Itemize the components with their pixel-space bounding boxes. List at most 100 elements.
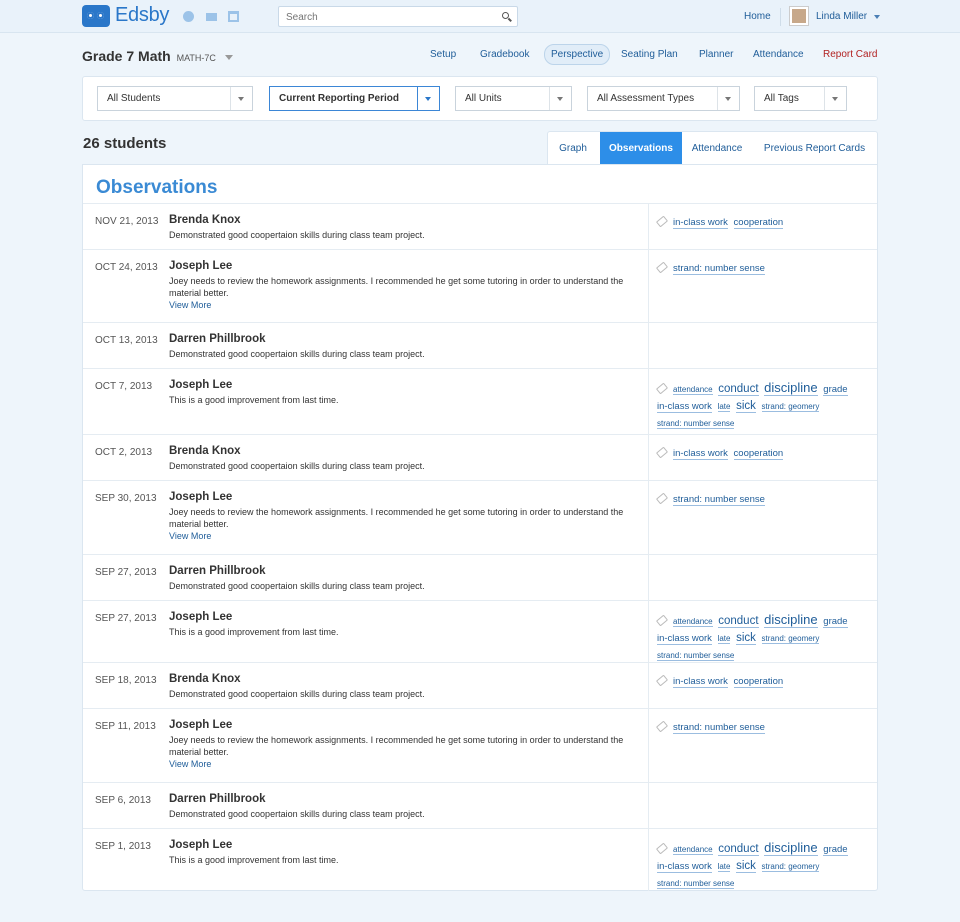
tag-conduct[interactable]: conduct bbox=[718, 615, 759, 628]
student-name[interactable]: Darren Phillbrook bbox=[169, 333, 266, 345]
page-title[interactable]: Grade 7 Math MATH-7C bbox=[82, 48, 233, 64]
tab-attendance[interactable]: Attendance bbox=[682, 132, 752, 166]
tag-strand-number-sense[interactable]: strand: number sense bbox=[673, 494, 765, 506]
student-name[interactable]: Joseph Lee bbox=[169, 491, 232, 503]
tag-in-class-work[interactable]: in-class work bbox=[657, 633, 712, 645]
nav-seating-plan[interactable]: Seating Plan bbox=[621, 44, 678, 65]
tag-strand-number-sense[interactable]: strand: number sense bbox=[673, 722, 765, 734]
tab-observations[interactable]: Observations bbox=[600, 132, 682, 166]
mail-icon[interactable] bbox=[206, 13, 217, 21]
student-name[interactable]: Joseph Lee bbox=[169, 719, 232, 731]
student-name[interactable]: Darren Phillbrook bbox=[169, 793, 266, 805]
filter-select[interactable]: All Assessment Types bbox=[587, 86, 740, 111]
view-more-link[interactable]: View More bbox=[169, 758, 629, 770]
avatar[interactable] bbox=[790, 7, 808, 25]
chevron-down-icon[interactable] bbox=[230, 87, 252, 110]
tab-previous-report-cards[interactable]: Previous Report Cards bbox=[752, 132, 877, 166]
chevron-down-icon[interactable] bbox=[224, 54, 233, 60]
chevron-down-icon[interactable] bbox=[874, 15, 880, 19]
filter-value: All Tags bbox=[764, 93, 799, 104]
tag-sick[interactable]: sick bbox=[736, 400, 756, 413]
tag-grade[interactable]: grade bbox=[823, 616, 848, 628]
filter-select[interactable]: Current Reporting Period bbox=[269, 86, 440, 111]
tag-strand-geomery[interactable]: strand: geomery bbox=[761, 402, 820, 412]
nav-perspective[interactable]: Perspective bbox=[544, 44, 611, 65]
tag-attendance[interactable]: attendance bbox=[673, 617, 713, 627]
observation-body: Joey needs to review the homework assign… bbox=[169, 507, 624, 529]
tag-in-class-work[interactable]: in-class work bbox=[657, 401, 712, 413]
filter-value: All Assessment Types bbox=[597, 93, 695, 104]
view-more-link[interactable]: View More bbox=[169, 530, 629, 542]
student-name[interactable]: Brenda Knox bbox=[169, 445, 241, 457]
nav-planner[interactable]: Planner bbox=[699, 44, 733, 65]
user-menu[interactable]: Linda Miller bbox=[816, 11, 867, 22]
tag-strand-number-sense[interactable]: strand: number sense bbox=[673, 263, 765, 275]
calendar-icon[interactable] bbox=[228, 11, 239, 22]
tag-in-class-work[interactable]: in-class work bbox=[673, 676, 728, 688]
tag-late[interactable]: late bbox=[717, 634, 731, 644]
tag-discipline[interactable]: discipline bbox=[764, 612, 818, 628]
tag-sick[interactable]: sick bbox=[736, 632, 756, 645]
filter-select[interactable]: All Units bbox=[455, 86, 572, 111]
list-item: SEP 1, 2013 Joseph Lee This is a good impr… bbox=[83, 829, 877, 891]
chevron-down-icon[interactable] bbox=[549, 87, 571, 110]
tag-discipline[interactable]: discipline bbox=[764, 380, 818, 396]
tag-in-class-work[interactable]: in-class work bbox=[673, 217, 728, 229]
observation-text: This is a good improvement from last tim… bbox=[169, 626, 629, 638]
tag-list: attendance conduct discipline grade in-c… bbox=[655, 611, 872, 664]
student-name[interactable]: Joseph Lee bbox=[169, 611, 232, 623]
nav-gradebook[interactable]: Gradebook bbox=[480, 44, 529, 65]
tag-cooperation[interactable]: cooperation bbox=[733, 676, 784, 688]
tag-cooperation[interactable]: cooperation bbox=[733, 217, 784, 229]
tag-in-class-work[interactable]: in-class work bbox=[673, 448, 728, 460]
nav-setup[interactable]: Setup bbox=[430, 44, 456, 65]
student-name[interactable]: Darren Phillbrook bbox=[169, 565, 266, 577]
tag-discipline[interactable]: discipline bbox=[764, 840, 818, 856]
observation-body: Demonstrated good coopertaion skills dur… bbox=[169, 689, 425, 699]
chevron-down-icon[interactable] bbox=[417, 87, 439, 110]
tag-strand-number-sense[interactable]: strand: number sense bbox=[657, 651, 735, 661]
student-name[interactable]: Joseph Lee bbox=[169, 839, 232, 851]
tag-sick[interactable]: sick bbox=[736, 860, 756, 873]
search-input[interactable] bbox=[279, 8, 489, 27]
list-item: SEP 6, 2013 Darren Phillbrook Demonstrated… bbox=[83, 783, 877, 829]
search-icon[interactable] bbox=[502, 12, 509, 19]
student-name[interactable]: Joseph Lee bbox=[169, 260, 232, 272]
tag-strand-geomery[interactable]: strand: geomery bbox=[761, 634, 820, 644]
globe-icon[interactable] bbox=[183, 11, 194, 22]
tag-cooperation[interactable]: cooperation bbox=[733, 448, 784, 460]
tag-grade[interactable]: grade bbox=[823, 844, 848, 856]
tag-attendance[interactable]: attendance bbox=[673, 385, 713, 395]
tag-strand-geomery[interactable]: strand: geomery bbox=[761, 862, 820, 872]
tag-grade[interactable]: grade bbox=[823, 384, 848, 396]
filter-select[interactable]: All Tags bbox=[754, 86, 847, 111]
observation-text: Demonstrated good coopertaion skills dur… bbox=[169, 460, 629, 472]
nav-report-card[interactable]: Report Card bbox=[823, 44, 877, 65]
edsby-logo[interactable]: Edsby bbox=[82, 4, 169, 27]
view-more-link[interactable]: View More bbox=[169, 299, 629, 311]
tag-icon bbox=[655, 674, 669, 687]
tag-strand-number-sense[interactable]: strand: number sense bbox=[657, 419, 735, 429]
tab-graph[interactable]: Graph bbox=[548, 132, 598, 166]
tag-in-class-work[interactable]: in-class work bbox=[657, 861, 712, 873]
student-name[interactable]: Brenda Knox bbox=[169, 214, 241, 226]
tag-conduct[interactable]: conduct bbox=[718, 843, 759, 856]
tag-attendance[interactable]: attendance bbox=[673, 845, 713, 855]
tag-late[interactable]: late bbox=[717, 862, 731, 872]
student-count: 26 students bbox=[83, 135, 167, 152]
observation-text: Demonstrated good coopertaion skills dur… bbox=[169, 580, 629, 592]
chevron-down-icon[interactable] bbox=[824, 87, 846, 110]
tag-conduct[interactable]: conduct bbox=[718, 383, 759, 396]
tag-late[interactable]: late bbox=[717, 402, 731, 412]
tag-strand-number-sense[interactable]: strand: number sense bbox=[657, 879, 735, 889]
tag-list: strand: number sense bbox=[655, 260, 872, 277]
observation-date: SEP 27, 2013 bbox=[95, 613, 157, 624]
student-name[interactable]: Joseph Lee bbox=[169, 379, 232, 391]
tag-list: strand: number sense bbox=[655, 719, 872, 736]
observation-body: Demonstrated good coopertaion skills dur… bbox=[169, 581, 425, 591]
student-name[interactable]: Brenda Knox bbox=[169, 673, 241, 685]
home-link[interactable]: Home bbox=[744, 11, 771, 22]
chevron-down-icon[interactable] bbox=[717, 87, 739, 110]
filter-select[interactable]: All Students bbox=[97, 86, 253, 111]
nav-attendance[interactable]: Attendance bbox=[753, 44, 804, 65]
